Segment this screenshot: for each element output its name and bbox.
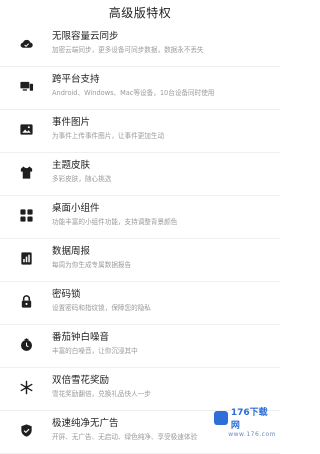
- item-title: 番茄钟白噪音: [52, 332, 110, 343]
- page-title: 高级版特权: [108, 5, 172, 20]
- watermark-logo-icon: [214, 410, 228, 425]
- item-subtitle: 雪花奖励翻倍，兑换礼品快人一步: [52, 390, 151, 398]
- pomodoro-icon: [18, 336, 34, 352]
- item-title: 无限容量云同步: [52, 31, 119, 42]
- image-icon: [18, 121, 34, 137]
- watermark-url: www.176.com: [228, 430, 276, 438]
- list-item-password-lock[interactable]: 密码锁 设置密码和指纹锁，保障您的隐私: [0, 282, 280, 325]
- item-subtitle: 设置密码和指纹锁，保障您的隐私: [52, 304, 151, 312]
- item-subtitle: 每周为你生成专属数据报告: [52, 261, 132, 269]
- item-title: 跨平台支持: [52, 74, 100, 85]
- list-item-theme[interactable]: 主题皮肤 多彩皮肤，随心挑选: [0, 153, 280, 196]
- no-ads-icon: [18, 422, 34, 438]
- item-title: 双倍雪花奖励: [52, 375, 110, 386]
- watermark-brand: 176下载网: [230, 407, 268, 431]
- list-item-event-image[interactable]: 事件图片 为事件上传事件图片，让事件更加生动: [0, 110, 280, 153]
- list-item-cloud-sync[interactable]: 无限容量云同步 加密云端同步，更多设备可同步数据，数据永不丢失: [0, 24, 280, 67]
- item-title: 事件图片: [52, 117, 91, 128]
- item-subtitle: 功能丰富的小组件功能，支持调整背景颜色: [52, 218, 178, 226]
- header: 高级版特权: [0, 0, 280, 24]
- item-title: 桌面小组件: [52, 203, 100, 214]
- list-item-weekly-report[interactable]: 数据周报 每周为你生成专属数据报告: [0, 239, 280, 282]
- item-subtitle: 加密云端同步，更多设备可同步数据，数据永不丢失: [52, 46, 204, 54]
- lock-icon: [18, 293, 34, 309]
- item-subtitle: 丰富的白噪音，让你沉浸其中: [52, 347, 138, 355]
- report-icon: [18, 250, 34, 266]
- widget-icon: [18, 207, 34, 223]
- list-item-cross-platform[interactable]: 跨平台支持 Android、Windows、Mac等设备，10台设备同时使用: [0, 67, 280, 110]
- watermark: 176下载网 www.176.com: [214, 406, 276, 438]
- privilege-list: 无限容量云同步 加密云端同步，更多设备可同步数据，数据永不丢失 跨平台支持 An…: [0, 24, 280, 454]
- cross-platform-icon: [18, 78, 34, 94]
- item-title: 数据周报: [52, 246, 91, 257]
- item-subtitle: 为事件上传事件图片，让事件更加生动: [52, 132, 165, 140]
- item-title: 主题皮肤: [52, 160, 91, 171]
- list-item-widget[interactable]: 桌面小组件 功能丰富的小组件功能，支持调整背景颜色: [0, 196, 280, 239]
- item-subtitle: Android、Windows、Mac等设备，10台设备同时使用: [52, 89, 215, 97]
- theme-icon: [18, 164, 34, 180]
- list-item-pomodoro[interactable]: 番茄钟白噪音 丰富的白噪音，让你沉浸其中: [0, 325, 280, 368]
- item-subtitle: 多彩皮肤，随心挑选: [52, 175, 112, 183]
- cloud-sync-icon: [18, 35, 34, 51]
- item-title: 密码锁: [52, 289, 81, 300]
- snowflake-icon: [18, 379, 34, 395]
